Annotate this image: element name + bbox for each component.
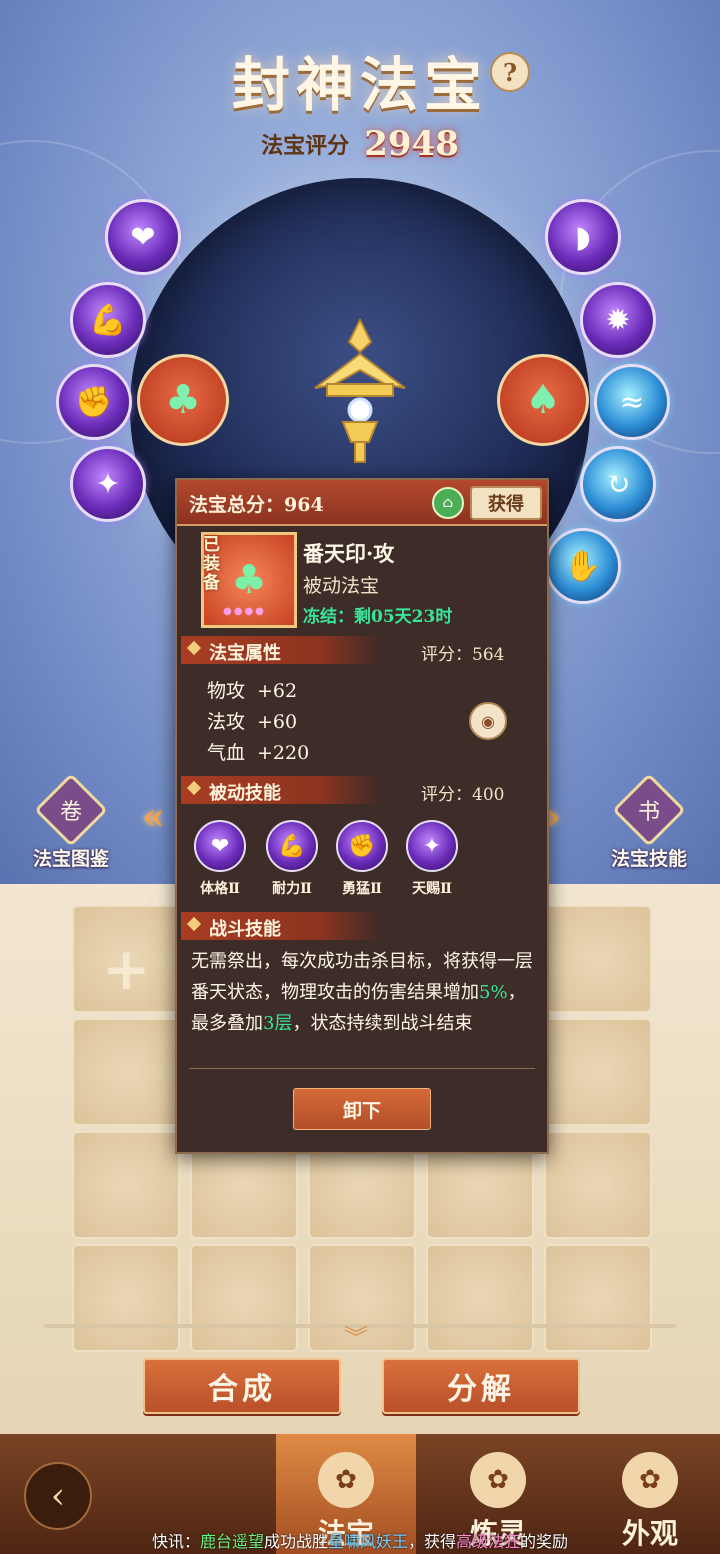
decompose-button[interactable]: 分解 [382,1358,580,1414]
ticker-reward: 高级法狂 [456,1532,521,1551]
radiant-figure-icon[interactable]: ✦ [70,446,146,522]
page-title: 封神法宝 [231,51,488,119]
freeze-timer: 冻结：剩05天23时 [303,607,453,627]
boot-icon[interactable]: ◗ [545,199,621,275]
fantian-seal-artifact-icon [314,318,406,463]
attribute-row: 物攻 +62 [207,680,298,702]
section-title: 战斗技能 [209,919,281,940]
appearance-tab-icon: ✿ [622,1452,678,1508]
section-title: 法宝属性 [209,643,281,664]
inventory-slot[interactable] [72,1244,180,1352]
passive-skill[interactable]: ❤ 体格Ⅱ [191,820,249,898]
score-label: 法宝评分 [261,133,350,159]
passive-section-header: 被动技能 评分：400 [181,776,543,805]
ticker-text: ，获得 [408,1532,457,1551]
get-button[interactable]: 获得 [470,486,542,520]
passive-skill[interactable]: ✊ 勇猛Ⅱ [333,820,391,898]
treasure-score: 法宝评分 2948 [0,124,720,164]
fist-icon: ✊ [336,820,388,872]
passive-skill-name: 勇猛Ⅱ [342,881,382,897]
radiant-figure-icon: ✦ [406,820,458,872]
popup-header: 法宝总分：964 ⌂ 获得 [177,480,547,526]
treasure-codex-button[interactable]: 卷 法宝图鉴 [16,773,126,871]
passive-skill[interactable]: 💪 耐力Ⅱ [263,820,321,898]
section-score: 评分：400 [421,785,505,805]
ticker-boss: 星啸风妖王 [327,1532,408,1551]
passive-skill-name: 体格Ⅱ [200,881,240,897]
divider [189,1068,535,1069]
heart-figure-icon: ❤ [194,820,246,872]
equipped-badge: 已装备 [203,535,220,593]
chevron-down-icon[interactable]: ︾ [344,1318,368,1353]
treasure-skill-button[interactable]: 书 法宝技能 [594,773,704,871]
ticker-prefix: 快讯： [151,1532,200,1551]
total-score: 法宝总分：964 [189,494,324,516]
unequip-button[interactable]: 卸下 [293,1088,431,1130]
section-score: 评分：564 [421,645,505,665]
back-button[interactable]: ‹ [24,1462,92,1530]
vortex-icon[interactable]: ↻ [580,446,656,522]
attribute-row: 法攻 +60 [207,711,298,733]
burst-icon[interactable]: ✹ [580,282,656,358]
star-dots: ●●●● [223,606,266,617]
book-icon: 书 [612,773,686,847]
attr-section-header: 法宝属性 评分：564 [181,636,543,665]
lock-icon[interactable]: ⌂ [432,487,464,519]
battle-section-header: 战斗技能 [181,912,543,940]
inventory-slot[interactable] [190,1244,298,1352]
treasure-tab-icon: ✿ [318,1452,374,1508]
ticker-text: 的奖励 [520,1532,569,1551]
treasure-detail-popup: 法宝总分：964 ⌂ 获得 ♣ 已装备 ●●●● 番天印·攻 被动法宝 冻结：剩… [175,478,549,1154]
news-ticker: 快讯：鹿台遥望成功战胜星啸风妖王，获得高级法狂的奖励 [0,1528,720,1554]
battle-skill-description: 无需祭出，每次成功击杀目标，将获得一层番天状态，物理攻击的伤害结果增加5%，最多… [191,951,533,1034]
passive-skill-name: 耐力Ⅱ [272,881,312,897]
refine-tab-icon: ✿ [470,1452,526,1508]
inventory-slot[interactable] [544,905,652,1013]
inventory-slot[interactable] [544,1018,652,1126]
ticker-player: 鹿台遥望 [199,1532,264,1551]
passive-skill[interactable]: ✦ 天赐Ⅱ [403,820,461,898]
inventory-slot[interactable] [72,1018,180,1126]
help-button[interactable]: ? [490,52,530,92]
fist-icon[interactable]: ✊ [56,364,132,440]
passive-skill-name: 天赐Ⅱ [412,881,452,897]
section-title: 被动技能 [209,783,281,804]
scroll-icon: 卷 [34,773,108,847]
inventory-slot[interactable] [544,1131,652,1239]
wave-icon[interactable]: ≈ [594,364,670,440]
item-type: 被动法宝 [303,575,380,597]
add-slot-icon[interactable]: + [102,935,151,1003]
treasure-skill-label: 法宝技能 [610,848,687,870]
compose-button[interactable]: 合成 [143,1358,341,1414]
prev-arrow-icon[interactable]: « [142,796,165,838]
inventory-slot[interactable] [72,1131,180,1239]
glowing-hand-icon[interactable]: ✋ [545,528,621,604]
inventory-slot[interactable] [426,1244,534,1352]
eye-icon[interactable]: ◉ [469,702,507,740]
muscle-arm-icon[interactable]: 💪 [70,282,146,358]
muscle-arm-icon: 💪 [266,820,318,872]
ticker-text: 成功战胜 [263,1532,328,1551]
treasure-codex-label: 法宝图鉴 [32,848,109,870]
heart-figure-icon[interactable]: ❤ [105,199,181,275]
score-value: 2948 [364,124,459,164]
inventory-slot[interactable] [544,1244,652,1352]
attribute-row: 气血 +220 [207,742,310,764]
item-name: 番天印·攻 [303,541,395,566]
treasure-slot-right[interactable]: ♠ [497,354,589,446]
treasure-slot-left[interactable]: ♣ [137,354,229,446]
